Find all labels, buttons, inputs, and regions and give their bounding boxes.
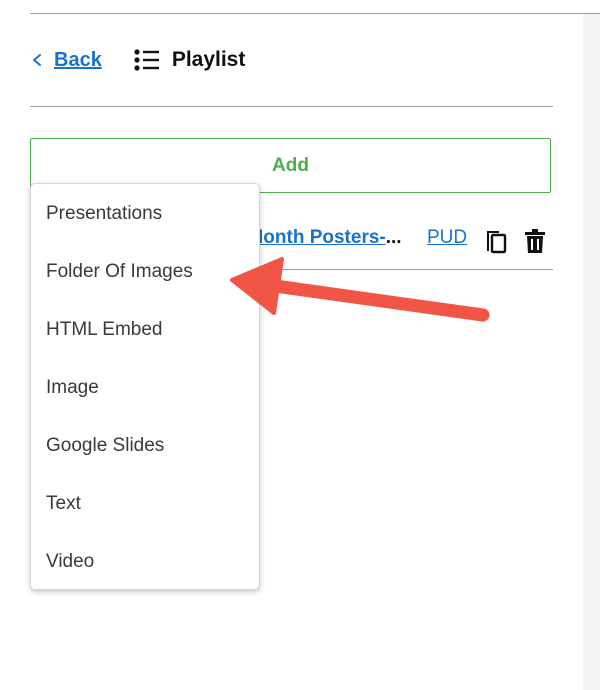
back-button[interactable]: Back bbox=[30, 49, 102, 72]
trash-icon[interactable] bbox=[523, 225, 547, 255]
menu-item-presentations[interactable]: Presentations bbox=[46, 199, 162, 229]
menu-item-google-slides[interactable]: Google Slides bbox=[46, 431, 164, 461]
playlist-item-name-link[interactable]: Ionth Posters- bbox=[258, 227, 386, 248]
menu-item-video[interactable]: Video bbox=[46, 547, 94, 577]
header-divider bbox=[30, 106, 553, 107]
playlist-item-name-ellipsis: ... bbox=[385, 227, 402, 248]
page: Back Playlist Add Ionth Posters-... PUD bbox=[0, 0, 600, 690]
back-label: Back bbox=[54, 48, 102, 71]
add-content-menu: Presentations Folder Of Images HTML Embe… bbox=[30, 183, 260, 590]
menu-item-image[interactable]: Image bbox=[46, 373, 99, 403]
menu-item-folder-of-images[interactable]: Folder Of Images bbox=[46, 257, 193, 287]
top-divider bbox=[30, 13, 600, 14]
right-panel bbox=[583, 14, 600, 690]
page-title: Playlist bbox=[171, 48, 246, 71]
menu-item-text[interactable]: Text bbox=[46, 489, 81, 519]
playlist-item-tag-link[interactable]: PUD bbox=[427, 227, 467, 249]
list-icon bbox=[134, 49, 159, 71]
menu-item-html-embed[interactable]: HTML Embed bbox=[46, 315, 163, 345]
header: Back Playlist bbox=[30, 40, 245, 80]
chevron-left-icon bbox=[33, 54, 41, 66]
playlist-item-name[interactable]: Ionth Posters-... bbox=[258, 227, 402, 249]
copy-icon[interactable] bbox=[484, 225, 508, 255]
